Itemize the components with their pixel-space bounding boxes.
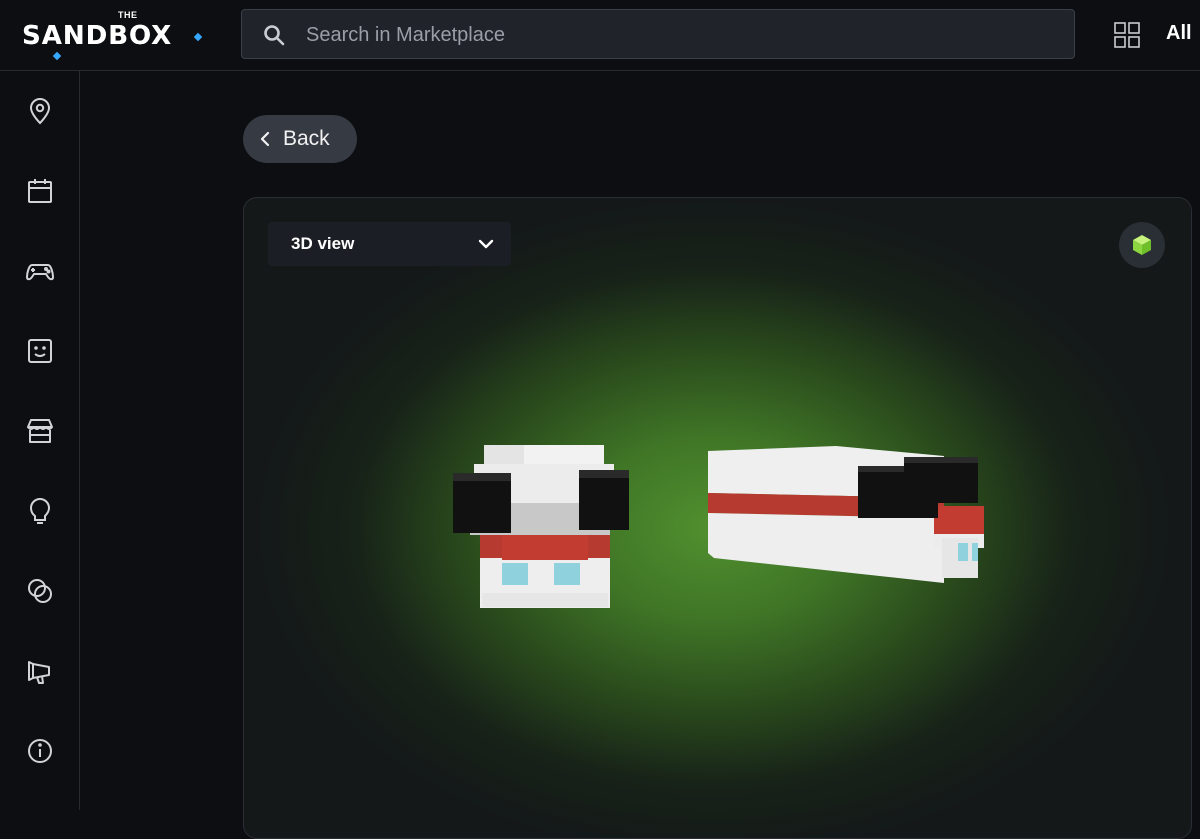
- search-icon: [264, 25, 285, 46]
- view-mode-label: 3D view: [291, 234, 355, 253]
- chevron-left-icon: [260, 131, 270, 147]
- sidebar: [0, 71, 80, 810]
- all-dropdown-label[interactable]: All: [1166, 22, 1192, 45]
- overlapping-circles-icon: [28, 579, 52, 603]
- logo-diamond: [52, 51, 62, 61]
- model-viewer[interactable]: 3D view: [243, 197, 1192, 839]
- view-mode-select[interactable]: 3D view: [268, 222, 511, 266]
- search-input[interactable]: [304, 19, 1008, 51]
- voxel-cube-button[interactable]: [1119, 222, 1165, 268]
- store-icon: [27, 419, 53, 443]
- sidebar-item-avatars[interactable]: [22, 333, 58, 369]
- smiley-face-icon: [28, 339, 52, 363]
- sandbox-logo[interactable]: THE SANDBOX: [22, 8, 207, 64]
- sidebar-item-collections[interactable]: [22, 573, 58, 609]
- info-icon: [28, 739, 52, 763]
- sidebar-item-news[interactable]: [22, 653, 58, 689]
- gamepad-icon: [26, 264, 54, 281]
- sidebar-item-games[interactable]: [22, 253, 58, 289]
- sidebar-item-info[interactable]: [22, 733, 58, 769]
- sidebar-item-map[interactable]: [22, 93, 58, 129]
- logo-wordmark: SANDBOX: [22, 21, 173, 51]
- cube-icon: [1133, 235, 1151, 255]
- back-label: Back: [283, 127, 330, 150]
- calendar-icon: [28, 179, 52, 203]
- map-pin-icon: [29, 98, 51, 125]
- search-bar[interactable]: [241, 9, 1075, 59]
- voxel-model-side: [708, 446, 984, 583]
- back-button[interactable]: Back: [243, 115, 357, 163]
- chevron-down-icon: [478, 239, 494, 249]
- sidebar-item-marketplace[interactable]: [22, 413, 58, 449]
- voxel-model-preview[interactable]: [244, 198, 1191, 838]
- grid-view-icon[interactable]: [1113, 21, 1141, 49]
- top-bar: THE SANDBOX All: [0, 0, 1200, 71]
- voxel-model-front: [453, 445, 629, 608]
- logo-the: THE: [118, 10, 138, 20]
- sidebar-item-create[interactable]: [22, 493, 58, 529]
- logo-diamond: [193, 32, 203, 42]
- megaphone-icon: [28, 661, 50, 684]
- sidebar-item-events[interactable]: [22, 173, 58, 209]
- lightbulb-icon: [29, 498, 51, 524]
